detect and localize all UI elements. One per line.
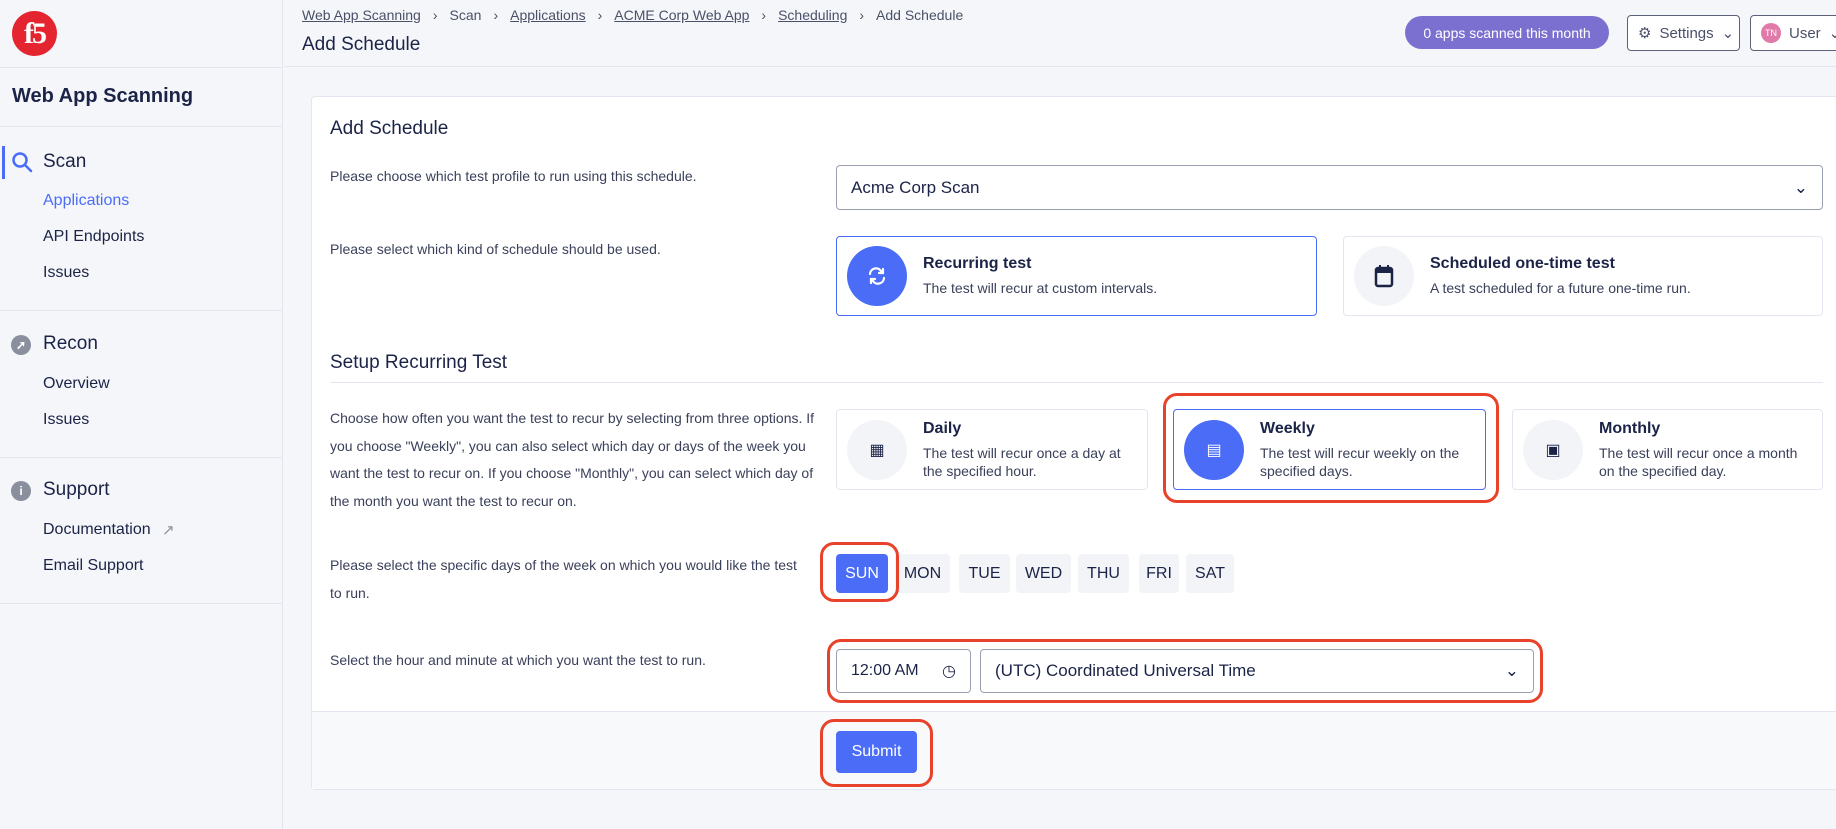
breadcrumb-scan: Scan: [449, 7, 482, 23]
monthly-option[interactable]: ▣ Monthly The test will recur once a mont…: [1512, 409, 1823, 490]
daily-option[interactable]: ▦ Daily The test will recur once a day at…: [836, 409, 1148, 490]
time-label: Select the hour and minute at which you …: [330, 652, 706, 668]
one-time-test-option[interactable]: Scheduled one-time test A test scheduled …: [1343, 236, 1823, 316]
sidebar-item-overview[interactable]: Overview: [43, 375, 110, 393]
avatar: TN: [1761, 23, 1781, 43]
repeat-icon: [847, 246, 907, 306]
days-label: Please select the specific days of the w…: [330, 557, 797, 601]
breadcrumb-scheduling[interactable]: Scheduling: [778, 7, 847, 23]
timezone-select[interactable]: (UTC) Coordinated Universal Time ⌄: [980, 649, 1534, 693]
sidebar-item-applications[interactable]: Applications: [43, 192, 129, 210]
divider: [0, 603, 283, 604]
gear-icon: ⚙: [1638, 25, 1652, 42]
option-title: Monthly: [1599, 419, 1661, 437]
time-input[interactable]: 12:00 AM ◷: [836, 649, 971, 693]
test-profile-select[interactable]: Acme Corp Scan ⌄: [836, 165, 1823, 210]
frequency-label: Choose how often you want the test to re…: [330, 410, 815, 509]
chevron-down-icon: ⌄: [1828, 25, 1836, 42]
chevron-down-icon: ⌄: [1793, 177, 1808, 197]
option-title: Weekly: [1260, 419, 1315, 437]
settings-button[interactable]: ⚙ Settings ⌄: [1627, 15, 1740, 51]
timezone-value: (UTC) Coordinated Universal Time: [995, 661, 1256, 680]
day-sat[interactable]: SAT: [1186, 554, 1234, 593]
external-link-icon: ↗: [162, 522, 175, 539]
profile-value: Acme Corp Scan: [851, 177, 980, 197]
calendar-week-icon: ▤: [1184, 419, 1244, 480]
compass-icon: ➚: [11, 335, 31, 355]
divider: [0, 126, 283, 127]
recurring-test-option[interactable]: Recurring test The test will recur at cus…: [836, 236, 1317, 316]
day-mon[interactable]: MON: [895, 554, 950, 593]
breadcrumb: Web App Scanning › Scan › Applications › AC…: [302, 7, 963, 23]
calendar-day-icon: ▣: [1523, 419, 1583, 480]
option-desc: The test will recur weekly on the specif…: [1260, 444, 1460, 479]
sidebar-section-recon[interactable]: Recon: [43, 333, 98, 355]
option-desc: The test will recur once a month on the …: [1599, 444, 1798, 479]
scan-count-badge: 0 apps scanned this month: [1405, 16, 1609, 49]
kind-label: Please select which kind of schedule sho…: [330, 241, 661, 257]
form-heading: Add Schedule: [330, 118, 449, 139]
breadcrumb-web-app-scanning[interactable]: Web App Scanning: [302, 7, 421, 23]
user-menu-button[interactable]: TN User ⌄: [1750, 15, 1836, 51]
submit-button[interactable]: Submit: [836, 731, 917, 773]
day-tue[interactable]: TUE: [959, 554, 1010, 593]
sidebar-section-scan[interactable]: Scan: [43, 151, 86, 173]
breadcrumb-applications[interactable]: Applications: [510, 7, 586, 23]
calendar-icon: [1354, 246, 1414, 306]
breadcrumb-add-schedule: Add Schedule: [876, 7, 964, 23]
breadcrumb-separator: ›: [761, 7, 767, 23]
sidebar-item-email-support[interactable]: Email Support: [43, 557, 144, 575]
breadcrumb-separator: ›: [432, 7, 438, 23]
option-desc: The test will recur at custom intervals.: [923, 280, 1158, 296]
profile-label: Please choose which test profile to run …: [330, 168, 697, 184]
time-value: 12:00 AM: [851, 662, 919, 679]
active-indicator: [2, 146, 5, 179]
day-fri[interactable]: FRI: [1139, 554, 1179, 593]
breadcrumb-separator: ›: [859, 7, 865, 23]
sidebar-title: Web App Scanning: [12, 85, 194, 107]
option-title: Scheduled one-time test: [1430, 255, 1615, 272]
breadcrumb-separator: ›: [597, 7, 603, 23]
divider: [330, 382, 1823, 383]
day-thu[interactable]: THU: [1078, 554, 1129, 593]
sidebar-item-api-endpoints[interactable]: API Endpoints: [43, 228, 144, 246]
day-sun[interactable]: SUN: [836, 554, 888, 593]
divider: [0, 457, 283, 458]
sidebar-item-documentation[interactable]: Documentation: [43, 521, 151, 539]
header: Web App Scanning › Scan › Applications › AC…: [284, 0, 1836, 67]
chevron-down-icon: ⌄: [1504, 661, 1519, 680]
weekly-option[interactable]: ▤ Weekly The test will recur weekly on th…: [1173, 409, 1486, 490]
calendar-days-icon: ▦: [847, 419, 907, 480]
info-icon: i: [11, 481, 31, 501]
sidebar-section-support[interactable]: Support: [43, 479, 110, 501]
settings-label: Settings: [1659, 24, 1714, 42]
sidebar-item-scan-issues[interactable]: Issues: [43, 264, 89, 282]
option-title: Daily: [923, 419, 962, 437]
clock-icon: ◷: [942, 663, 956, 680]
option-desc: The test will recur once a day at the sp…: [923, 444, 1121, 479]
chevron-down-icon: ⌄: [1721, 25, 1735, 42]
day-wed[interactable]: WED: [1016, 554, 1071, 593]
option-title: Recurring test: [923, 255, 1032, 272]
sidebar: f5 Web App Scanning Scan Applications AP…: [0, 0, 283, 829]
f5-logo[interactable]: f5: [12, 11, 57, 56]
user-label: User: [1789, 24, 1821, 42]
divider: [0, 310, 283, 311]
form-footer: [312, 711, 1836, 789]
option-desc: A test scheduled for a future one-time r…: [1430, 280, 1691, 296]
divider: [0, 67, 283, 68]
page-title: Add Schedule: [302, 34, 421, 55]
setup-heading: Setup Recurring Test: [330, 352, 508, 373]
sidebar-item-recon-issues[interactable]: Issues: [43, 411, 89, 429]
search-icon: [11, 151, 33, 178]
breadcrumb-acme-corp-web-app[interactable]: ACME Corp Web App: [614, 7, 749, 23]
breadcrumb-separator: ›: [493, 7, 499, 23]
